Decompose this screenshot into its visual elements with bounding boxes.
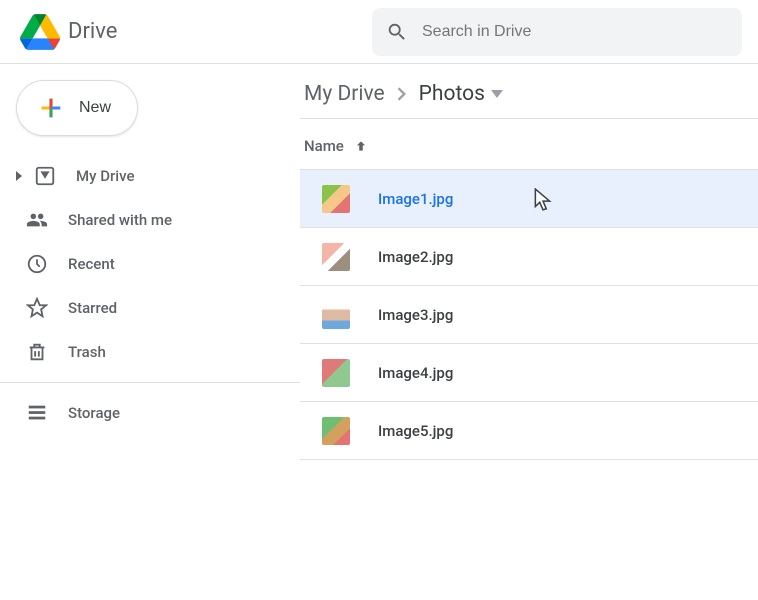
sidebar-item-label: Starred: [68, 299, 117, 317]
sort-asc-icon: [354, 139, 368, 153]
breadcrumb-root[interactable]: My Drive: [304, 82, 385, 106]
file-row[interactable]: Image1.jpg: [300, 170, 758, 228]
trash-icon: [26, 341, 48, 363]
new-button[interactable]: New: [16, 80, 138, 136]
breadcrumb: My Drive Photos: [300, 82, 758, 119]
new-button-label: New: [79, 99, 111, 117]
dropdown-icon: [491, 90, 503, 98]
file-thumbnail: [322, 185, 350, 213]
sidebar: New My Drive Shar: [0, 64, 300, 460]
sidebar-item-recent[interactable]: Recent: [12, 242, 300, 286]
file-row[interactable]: Image2.jpg: [300, 228, 758, 286]
drive-logo[interactable]: Drive: [20, 14, 117, 50]
mydrive-icon: [34, 165, 56, 187]
file-thumbnail: [322, 243, 350, 271]
recent-icon: [26, 253, 48, 275]
header: Drive: [0, 0, 758, 64]
sidebar-nav: My Drive Shared with me Recent: [12, 154, 300, 374]
file-row[interactable]: Image3.jpg: [300, 286, 758, 344]
chevron-right-icon: [397, 87, 407, 101]
file-name: Image5.jpg: [378, 422, 453, 440]
column-header-name[interactable]: Name: [300, 119, 758, 170]
file-row[interactable]: Image4.jpg: [300, 344, 758, 402]
file-name: Image3.jpg: [378, 306, 453, 324]
product-name: Drive: [68, 19, 117, 44]
plus-icon: [37, 94, 65, 122]
sidebar-item-label: Trash: [68, 343, 106, 361]
sidebar-item-shared[interactable]: Shared with me: [12, 198, 300, 242]
file-name: Image4.jpg: [378, 364, 453, 382]
sidebar-item-mydrive[interactable]: My Drive: [12, 154, 300, 198]
cursor-icon: [534, 188, 552, 212]
sidebar-item-trash[interactable]: Trash: [12, 330, 300, 374]
file-thumbnail: [322, 359, 350, 387]
drive-logo-icon: [20, 14, 60, 50]
search-input[interactable]: [422, 23, 728, 41]
file-thumbnail: [322, 417, 350, 445]
column-name-label: Name: [304, 137, 344, 155]
search-icon: [386, 21, 408, 43]
sidebar-item-label: Shared with me: [68, 211, 172, 229]
main: My Drive Photos Name Image1.jpg: [300, 64, 758, 460]
file-thumbnail: [322, 301, 350, 329]
search-form[interactable]: [372, 8, 742, 56]
file-list: Image1.jpg Image2.jpg Image3.jpg Image4.…: [300, 170, 758, 460]
file-name: Image1.jpg: [378, 190, 453, 208]
sidebar-item-label: Storage: [68, 404, 120, 422]
sidebar-item-label: My Drive: [76, 167, 135, 185]
breadcrumb-current[interactable]: Photos: [419, 82, 503, 106]
file-row[interactable]: Image5.jpg: [300, 402, 758, 460]
star-icon: [26, 297, 48, 319]
breadcrumb-current-label: Photos: [419, 82, 485, 106]
expand-icon[interactable]: [12, 171, 26, 181]
shared-icon: [26, 209, 48, 231]
sidebar-item-starred[interactable]: Starred: [12, 286, 300, 330]
sidebar-item-label: Recent: [68, 255, 115, 273]
file-name: Image2.jpg: [378, 248, 453, 266]
sidebar-nav-secondary: Storage: [12, 391, 300, 435]
divider: [0, 382, 300, 383]
storage-icon: [26, 402, 48, 424]
sidebar-item-storage[interactable]: Storage: [12, 391, 300, 435]
